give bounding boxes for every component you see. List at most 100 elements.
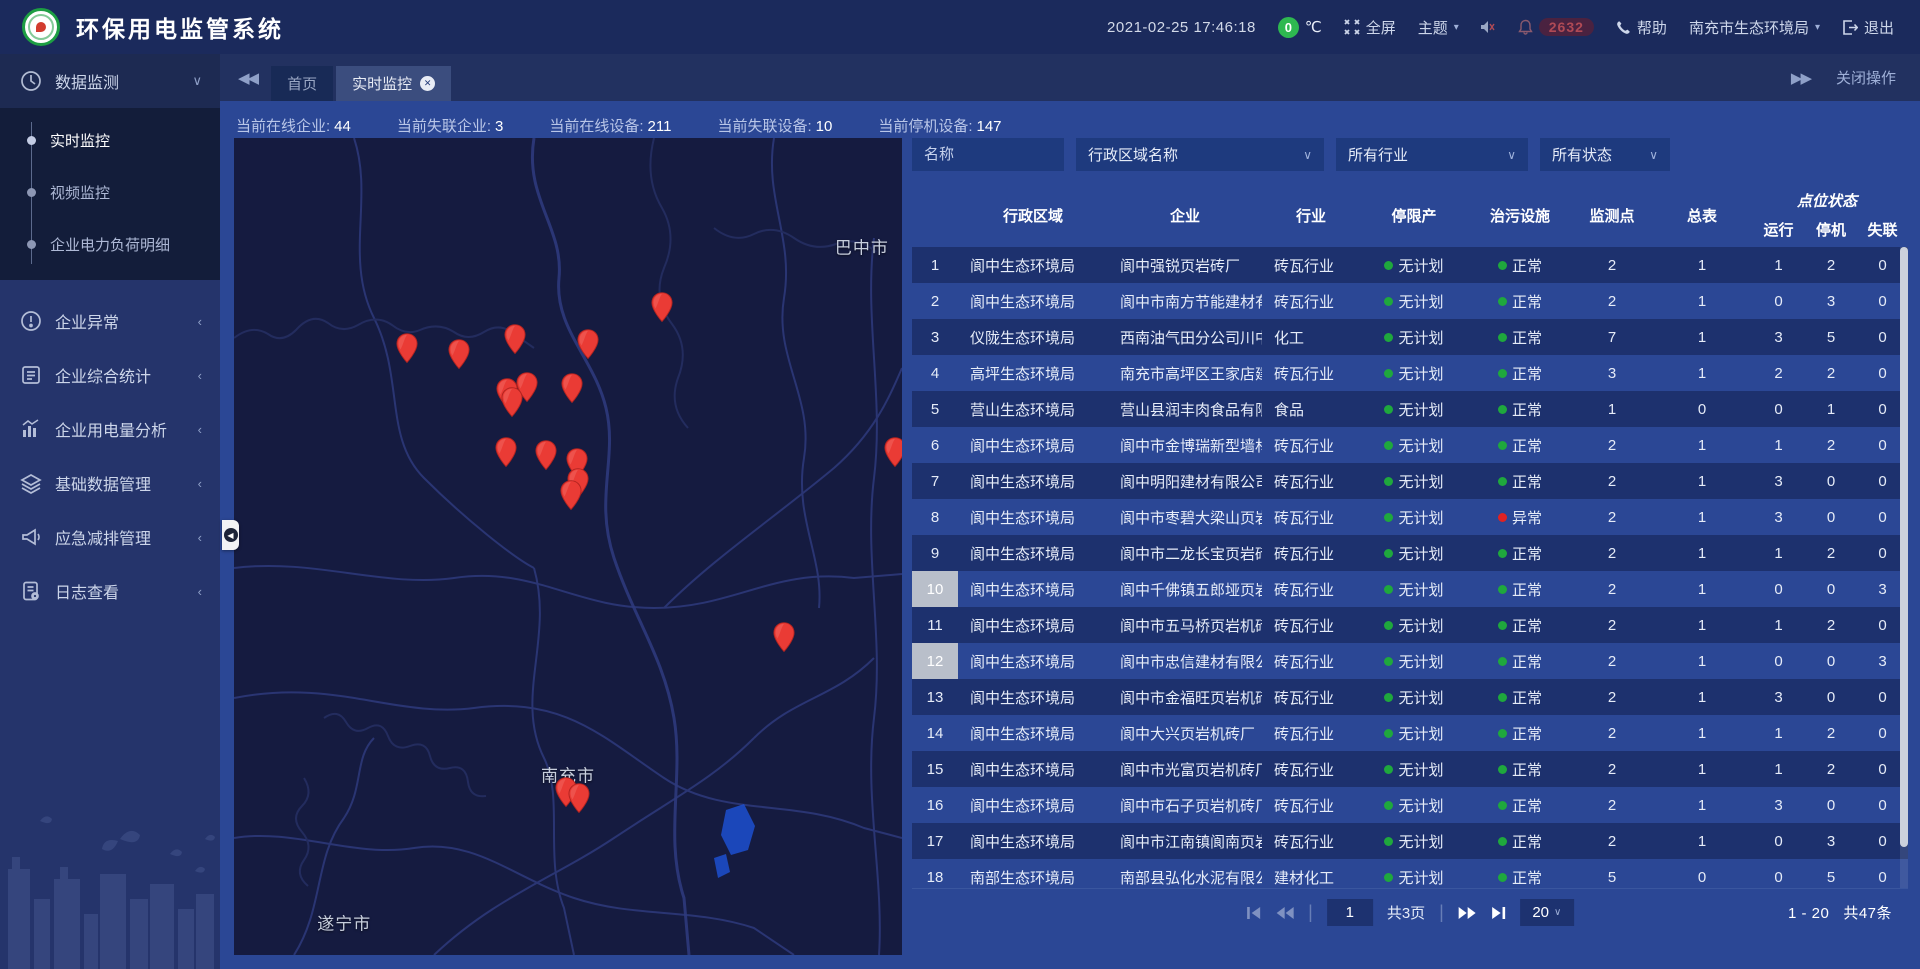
sidebar-item-power-usage-analysis[interactable]: 企业用电量分析 ‹ [0, 402, 220, 456]
tabs-scroll-left-button[interactable]: ◀◀ [220, 69, 271, 87]
last-page-button[interactable] [1490, 906, 1506, 920]
table-row[interactable]: 13 阆中生态环境局 阆中市金福旺页岩机砖 砖瓦行业 无计划 正常 2 1 3 … [912, 679, 1908, 715]
table-row[interactable]: 18 南部生态环境局 南部县弘化水泥有限公 建材化工 无计划 正常 5 0 0 … [912, 859, 1908, 888]
help-button[interactable]: 帮助 [1616, 17, 1667, 38]
status-dot-green [1384, 765, 1393, 774]
table-row[interactable]: 10 阆中生态环境局 阆中千佛镇五郎垭页岩 砖瓦行业 无计划 正常 2 1 0 … [912, 571, 1908, 607]
sidebar-item-emergency-reduction[interactable]: 应急减排管理 ‹ [0, 510, 220, 564]
map-pin[interactable] [504, 323, 527, 354]
sidebar-item-video-monitoring[interactable]: 视频监控 [0, 166, 220, 218]
pagination-range: 1 - 20共47条 [1774, 902, 1908, 923]
tab-home[interactable]: 首页 [271, 66, 333, 101]
name-filter-input[interactable] [912, 138, 1064, 171]
table-row[interactable]: 9 阆中生态环境局 阆中市二龙长宝页岩砖 砖瓦行业 无计划 正常 2 1 1 2… [912, 535, 1908, 571]
sidebar-item-enterprise-abnormal[interactable]: 企业异常 ‹ [0, 294, 220, 348]
map-panel[interactable]: 巴中市南充市遂宁市 [234, 138, 902, 955]
cell-limit: 无计划 [1360, 715, 1468, 751]
cell-company: 阆中市南方节能建材有 [1108, 283, 1262, 319]
chevron-left-icon: ‹ [198, 314, 202, 329]
temperature-indicator: 0 ℃ [1278, 17, 1322, 38]
chevron-down-icon: ∨ [1635, 148, 1658, 162]
sidebar-item-power-load-detail[interactable]: 企业电力负荷明细 [0, 218, 220, 270]
page-number-input[interactable] [1327, 899, 1373, 926]
cell-industry: 砖瓦行业 [1262, 283, 1360, 319]
map-pin-icon [500, 386, 523, 417]
first-page-button[interactable] [1246, 906, 1262, 920]
next-page-button[interactable] [1458, 906, 1476, 920]
tab-realtime-monitoring[interactable]: 实时监控 ✕ [336, 66, 451, 101]
cell-index: 3 [912, 319, 958, 355]
layers-icon [20, 472, 42, 494]
theme-dropdown[interactable]: 主题 ▾ [1418, 17, 1459, 38]
map-pin[interactable] [559, 479, 582, 510]
table-row[interactable]: 1 阆中生态环境局 阆中强锐页岩砖厂 砖瓦行业 无计划 正常 2 1 1 2 0 [912, 247, 1908, 283]
sidebar-item-log-view[interactable]: 日志查看 ‹ [0, 564, 220, 618]
cell-region: 阆中生态环境局 [958, 283, 1108, 319]
close-operations-button[interactable]: 关闭操作 [1836, 67, 1896, 88]
sidebar-item-base-data-management[interactable]: 基础数据管理 ‹ [0, 456, 220, 510]
industry-filter-select[interactable]: 所有行业 ∨ [1336, 138, 1528, 171]
map-pin[interactable] [883, 437, 902, 468]
region-filter-select[interactable]: 行政区域名称 ∨ [1076, 138, 1324, 171]
map-pin[interactable] [772, 622, 795, 653]
table-row[interactable]: 6 阆中生态环境局 阆中市金博瑞新型墙材 砖瓦行业 无计划 正常 2 1 1 2… [912, 427, 1908, 463]
table-row[interactable]: 8 阆中生态环境局 阆中市枣碧大梁山页岩 砖瓦行业 无计划 异常 2 1 3 0… [912, 499, 1908, 535]
cell-industry: 砖瓦行业 [1262, 643, 1360, 679]
table-row[interactable]: 17 阆中生态环境局 阆中市江南镇阆南页岩 砖瓦行业 无计划 正常 2 1 0 … [912, 823, 1908, 859]
megaphone-icon [20, 526, 42, 548]
cell-monitor: 2 [1572, 571, 1652, 607]
map-pin[interactable] [651, 292, 674, 323]
table-row[interactable]: 4 高坪生态环境局 南充市高坪区王家店建 砖瓦行业 无计划 正常 3 1 2 2… [912, 355, 1908, 391]
sidebar-item-data-monitoring[interactable]: 数据监测 ∨ [0, 54, 220, 108]
map-pin[interactable] [396, 332, 419, 363]
table-row[interactable]: 2 阆中生态环境局 阆中市南方节能建材有 砖瓦行业 无计划 正常 2 1 0 3… [912, 283, 1908, 319]
table-row[interactable]: 16 阆中生态环境局 阆中市石子页岩机砖厂 砖瓦行业 无计划 正常 2 1 3 … [912, 787, 1908, 823]
map-pin[interactable] [567, 783, 590, 814]
table-row[interactable]: 12 阆中生态环境局 阆中市忠信建材有限公 砖瓦行业 无计划 正常 2 1 0 … [912, 643, 1908, 679]
table-scrollbar[interactable] [1900, 247, 1908, 888]
tabs-scroll-right-button[interactable]: ▶▶ [1791, 69, 1810, 87]
cell-stop: 2 [1805, 355, 1857, 391]
cell-total: 1 [1652, 571, 1752, 607]
cell-stop: 0 [1805, 499, 1857, 535]
cell-run: 1 [1752, 751, 1805, 787]
cell-monitor: 2 [1572, 427, 1652, 463]
map-pin[interactable] [577, 328, 600, 359]
cell-region: 阆中生态环境局 [958, 607, 1108, 643]
sidebar-item-enterprise-statistics[interactable]: 企业综合统计 ‹ [0, 348, 220, 402]
map-pin[interactable] [500, 386, 523, 417]
status-filter-select[interactable]: 所有状态 ∨ [1540, 138, 1670, 171]
cell-industry: 砖瓦行业 [1262, 823, 1360, 859]
map-city-label: 遂宁市 [317, 910, 371, 935]
table-row[interactable]: 5 营山生态环境局 营山县润丰肉食品有限 食品 无计划 正常 1 0 0 1 0 [912, 391, 1908, 427]
mute-button[interactable] [1481, 20, 1496, 34]
table-row[interactable]: 14 阆中生态环境局 阆中大兴页岩机砖厂 砖瓦行业 无计划 正常 2 1 1 2… [912, 715, 1908, 751]
table-row[interactable]: 15 阆中生态环境局 阆中市光富页岩机砖厂 砖瓦行业 无计划 正常 2 1 1 … [912, 751, 1908, 787]
close-tab-icon[interactable]: ✕ [420, 76, 435, 91]
cell-total: 1 [1652, 499, 1752, 535]
prev-page-button[interactable] [1276, 906, 1294, 920]
map-pin[interactable] [494, 437, 517, 468]
logout-button[interactable]: 退出 [1842, 17, 1894, 38]
cell-company: 阆中市枣碧大梁山页岩 [1108, 499, 1262, 535]
notifications-button[interactable]: 2632 [1518, 18, 1594, 36]
status-dot-green [1384, 729, 1393, 738]
stats-bar: 当前在线企业:44 当前失联企业:3 当前在线设备:211 当前失联设备:10 … [220, 101, 1920, 138]
org-dropdown[interactable]: 南充市生态环境局 ▾ [1689, 17, 1820, 38]
map-pin[interactable] [561, 372, 584, 403]
fullscreen-button[interactable]: 全屏 [1344, 17, 1396, 38]
cell-stop: 5 [1805, 319, 1857, 355]
pagination-divider: | [1439, 902, 1444, 923]
status-dot-green [1384, 513, 1393, 522]
map-pin[interactable] [448, 339, 471, 370]
sidebar-collapse-button[interactable]: ◀ [222, 520, 239, 550]
cell-monitor: 7 [1572, 319, 1652, 355]
cell-index: 2 [912, 283, 958, 319]
table-row[interactable]: 3 仪陇生态环境局 西南油气田分公司川中 化工 无计划 正常 7 1 3 5 0 [912, 319, 1908, 355]
sidebar-item-realtime-monitoring[interactable]: 实时监控 [0, 114, 220, 166]
cell-index: 14 [912, 715, 958, 751]
page-size-select[interactable]: 20 ∨ [1520, 899, 1574, 926]
table-row[interactable]: 7 阆中生态环境局 阆中明阳建材有限公司 砖瓦行业 无计划 正常 2 1 3 0… [912, 463, 1908, 499]
map-pin[interactable] [534, 439, 557, 470]
table-row[interactable]: 11 阆中生态环境局 阆中市五马桥页岩机砖 砖瓦行业 无计划 正常 2 1 1 … [912, 607, 1908, 643]
